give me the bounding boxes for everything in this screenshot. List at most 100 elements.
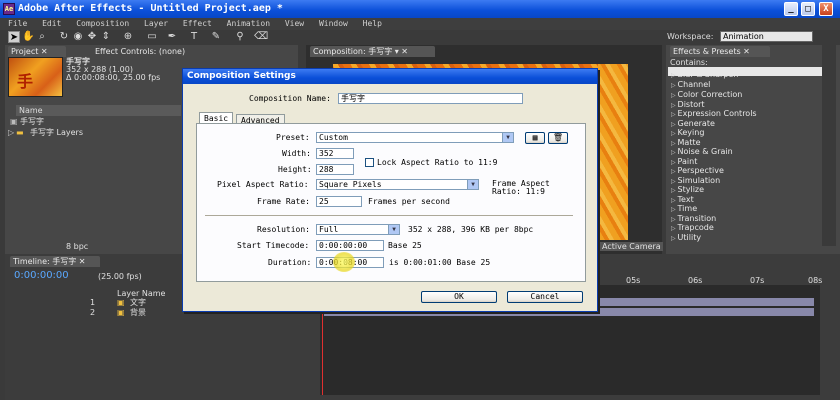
frame-rate-value: 25 [319,197,329,206]
orbit-camera-icon[interactable]: ◉ [72,31,84,43]
start-timecode-input[interactable]: 0:00:00:00 [316,240,384,251]
delete-preset-button[interactable]: 🗑 [548,132,568,144]
fx-category[interactable]: Simulation [671,176,721,185]
text-tool-icon[interactable]: T [188,31,200,43]
menu-effect[interactable]: Effect [183,19,212,28]
menu-composition[interactable]: Composition [76,19,129,28]
resolution-info: 352 x 288, 396 KB per 8bpc [408,225,534,234]
lock-aspect-checkbox[interactable] [365,158,374,167]
layer-name[interactable]: 背景 [130,308,146,317]
expand-arrow-icon[interactable]: ▷ [8,128,14,137]
fx-category[interactable]: Blur & Sharpen [671,70,739,79]
fx-category[interactable]: Paint [671,157,698,166]
layer-number: 2 [90,308,96,317]
menu-edit[interactable]: Edit [42,19,61,28]
name-column-header[interactable]: Name [16,105,181,116]
chevron-down-icon: ▼ [467,180,478,189]
menu-view[interactable]: View [285,19,304,28]
fx-category[interactable]: Channel [671,80,711,89]
layer-name-column-header[interactable]: Layer Name [117,289,165,298]
tab-effect-controls[interactable]: Effect Controls: (none) [92,46,202,57]
width-label: Width: [282,149,311,158]
pixel-aspect-ratio-label: Pixel Aspect Ratio: [217,180,309,189]
start-timecode-value: 0:00:00:00 [319,241,368,250]
fx-category[interactable]: Text [671,195,694,204]
divider [205,215,573,216]
tab-timeline-label: Timeline: 手写字 [13,257,77,266]
menu-help[interactable]: Help [363,19,382,28]
selection-tool-icon[interactable]: ➤ [8,31,20,43]
layer-number: 1 [90,298,96,307]
tab-effect-controls-label: Effect Controls: (none) [95,47,186,56]
fx-category[interactable]: Transition [671,214,717,223]
tab-effects-presets[interactable]: Effects & Presets ✕ [670,46,770,57]
fx-category[interactable]: Perspective [671,166,724,175]
fx-category[interactable]: Time [671,204,698,213]
menu-animation[interactable]: Animation [227,19,270,28]
hand-tool-icon[interactable]: ✋ [22,31,34,43]
fx-category[interactable]: Distort [671,100,705,109]
save-icon: ▦ [532,133,538,142]
pan-behind-tool-icon[interactable]: ⊕ [122,31,134,43]
menu-layer[interactable]: Layer [144,19,168,28]
menu-window[interactable]: Window [319,19,348,28]
app-icon: Ae [3,3,15,15]
frame-rate-unit: Frames per second [368,197,450,206]
folder-icon: ▬ [16,128,24,137]
workspace-label: Workspace: [667,32,714,41]
fx-scrollbar[interactable] [822,36,836,246]
fx-category[interactable]: Utility [671,233,702,242]
close-button[interactable]: X [819,2,833,16]
text-layer-icon: ▣ [117,298,125,307]
workspace-select[interactable]: Animation [720,31,813,42]
maximize-button[interactable]: □ [801,2,815,16]
comp-icon: ▣ [10,117,18,126]
save-preset-button[interactable]: ▦ [525,132,545,144]
width-input[interactable]: 352 [316,148,354,159]
fx-category[interactable]: Expression Controls [671,109,757,118]
clone-stamp-icon[interactable]: ⚲ [234,31,246,43]
layer-name[interactable]: 文字 [130,298,146,307]
fx-category[interactable]: Trapcode [671,223,714,232]
tab-composition[interactable]: Composition: 手写字 ▾ ✕ [310,46,435,57]
image-layer-icon: ▣ [117,308,125,317]
duration-label: Duration: [268,258,312,267]
rectangle-mask-icon[interactable]: ▭ [146,31,158,43]
rotate-tool-icon[interactable]: ↻ [58,31,70,43]
bpc-indicator[interactable]: 8 bpc [66,242,88,251]
ok-button[interactable]: OK [421,291,497,303]
track-xy-camera-icon[interactable]: ✥ [86,31,98,43]
comp-name-input[interactable]: 手写字 [338,93,523,104]
tab-project-label: Project [11,47,39,56]
workspace-value: Animation [723,32,764,41]
zoom-tool-icon[interactable]: ⌕ [36,31,48,43]
contains-label: Contains: [670,58,708,67]
fx-category[interactable]: Stylize [671,185,705,194]
track-z-camera-icon[interactable]: ⇕ [100,31,112,43]
fx-category[interactable]: Generate [671,119,715,128]
preset-select[interactable]: Custom ▼ [316,132,514,143]
cancel-button[interactable]: Cancel [507,291,583,303]
fx-category[interactable]: Keying [671,128,705,137]
comp-thumbnail: 手 [8,57,63,97]
frame-rate-input[interactable]: 25 [316,196,362,207]
height-input[interactable]: 288 [316,164,354,175]
pixel-aspect-ratio-select[interactable]: Square Pixels ▼ [316,179,479,190]
minimize-button[interactable]: _ [784,2,798,16]
project-item-folder[interactable]: 手写字 Layers [30,128,83,137]
fx-category[interactable]: Noise & Grain [671,147,733,156]
fx-category[interactable]: Matte [671,138,701,147]
menu-file[interactable]: File [8,19,27,28]
active-camera-select[interactable]: Active Camera [600,242,663,251]
fx-category[interactable]: Color Correction [671,90,743,99]
tab-project[interactable]: Project ✕ [8,46,66,57]
brush-tool-icon[interactable]: ✎ [210,31,222,43]
eraser-tool-icon[interactable]: ⌫ [254,31,268,43]
current-timecode[interactable]: 0:00:00:00 [14,270,69,281]
preset-value: Custom [319,133,348,142]
tab-timeline[interactable]: Timeline: 手写字 ✕ [10,256,100,267]
preset-label: Preset: [276,133,310,142]
resolution-select[interactable]: Full ▼ [316,224,400,235]
project-item-comp[interactable]: 手写字 [20,117,44,126]
pen-tool-icon[interactable]: ✒ [166,31,178,43]
